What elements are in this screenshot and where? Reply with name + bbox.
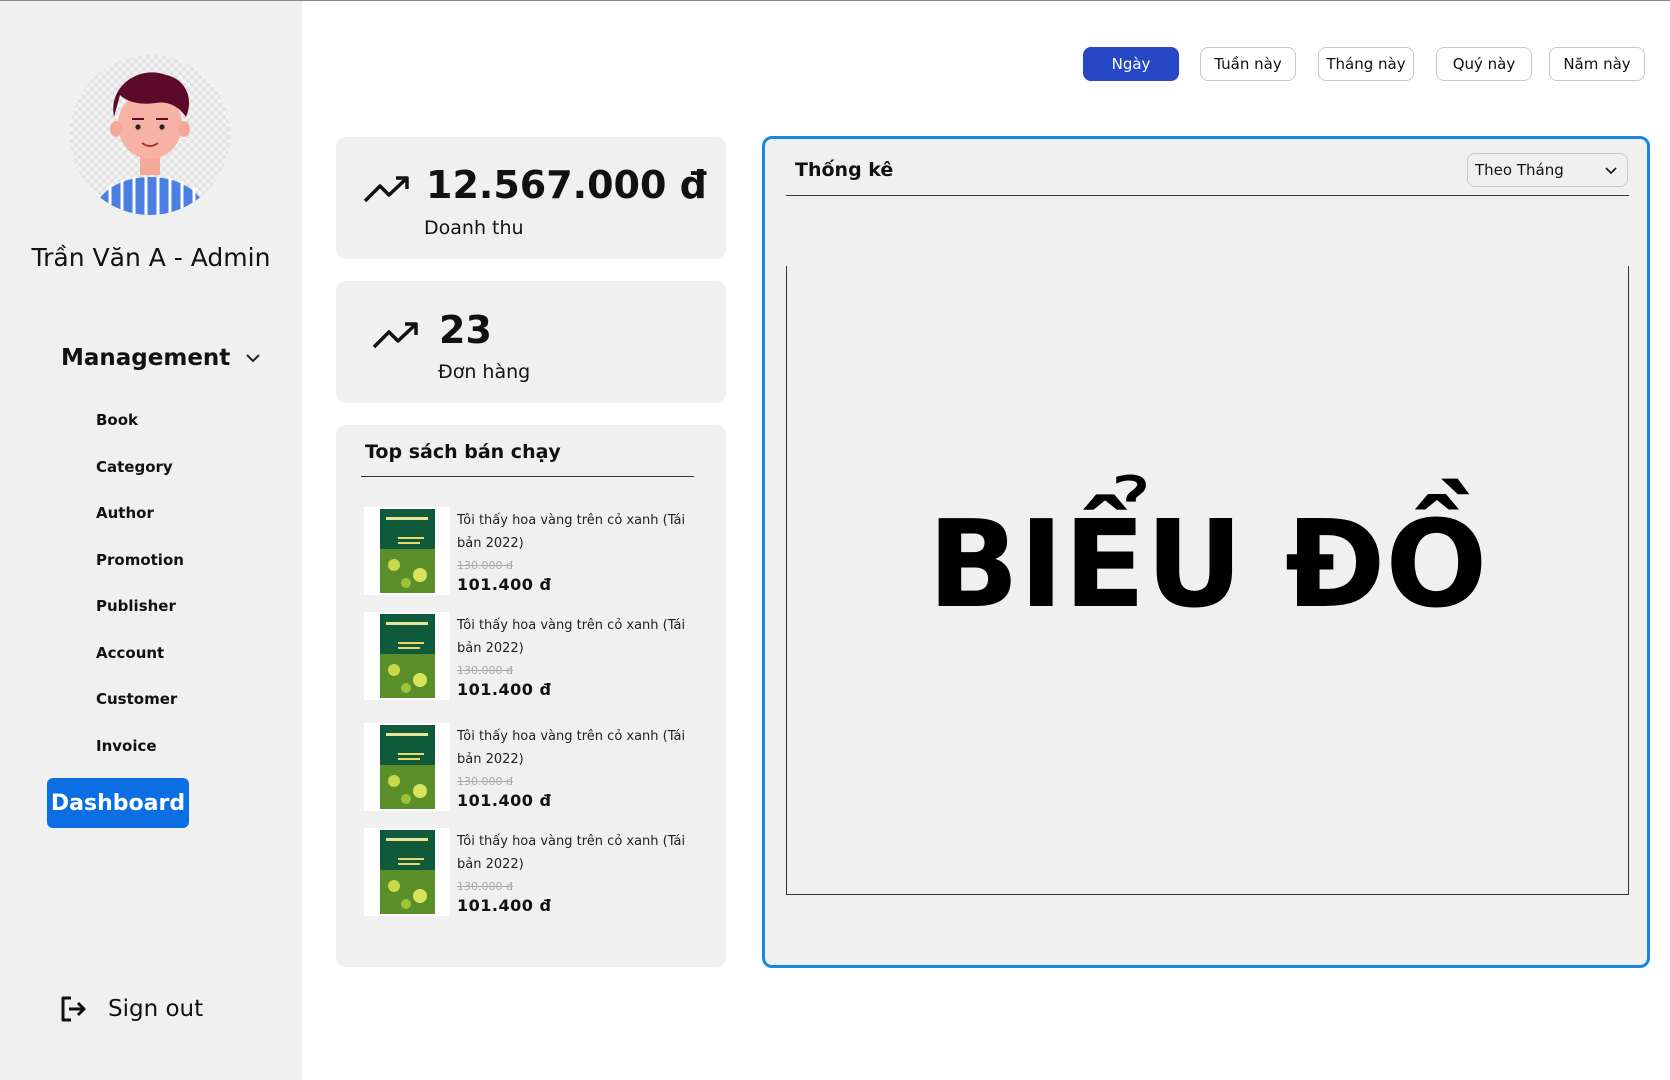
orders-card: 23 Đơn hàng — [336, 281, 726, 403]
period-filter: Ngày Tuần này Tháng này Quý này Năm này — [1083, 47, 1645, 81]
sidebar-item-publisher[interactable]: Publisher — [96, 589, 184, 636]
book-cover-image-icon — [380, 509, 435, 593]
sidebar-item-book[interactable]: Book — [96, 403, 184, 450]
trending-up-icon — [363, 176, 409, 203]
book-price: 101.400 đ — [457, 680, 552, 699]
book-old-price: 130.000 đ — [457, 880, 513, 893]
list-item[interactable]: Tôi thấy hoa vàng trên cỏ xanh (Tái bản … — [364, 723, 694, 815]
period-quarter-button[interactable]: Quý này — [1436, 47, 1532, 81]
sidebar-item-customer[interactable]: Customer — [96, 682, 184, 729]
revenue-value: 12.567.000 đ — [426, 163, 707, 207]
top-books-title: Top sách bán chạy — [365, 441, 561, 463]
book-old-price: 130.000 đ — [457, 664, 513, 677]
revenue-label: Doanh thu — [424, 217, 524, 239]
book-cover — [364, 612, 450, 700]
chevron-down-icon — [246, 354, 261, 363]
statistics-panel: Thống kê Theo Tháng BIỂU ĐỒ — [762, 136, 1650, 968]
avatar-illustration-icon — [94, 72, 206, 215]
book-cover-image-icon — [380, 725, 435, 809]
book-old-price: 130.000 đ — [457, 775, 513, 788]
sidebar-item-category[interactable]: Category — [96, 450, 184, 497]
revenue-card: 12.567.000 đ Doanh thu — [336, 137, 726, 259]
book-name: Tôi thấy hoa vàng trên cỏ xanh (Tái bản … — [457, 513, 686, 551]
period-year-button[interactable]: Năm này — [1549, 47, 1645, 81]
book-price: 101.400 đ — [457, 896, 552, 915]
list-item[interactable]: Tôi thấy hoa vàng trên cỏ xanh (Tái bản … — [364, 828, 694, 920]
list-item[interactable]: Tôi thấy hoa vàng trên cỏ xanh (Tái bản … — [364, 612, 694, 704]
trending-up-icon — [372, 322, 418, 349]
chevron-down-icon — [1605, 166, 1617, 174]
book-name: Tôi thấy hoa vàng trên cỏ xanh (Tái bản … — [457, 618, 686, 656]
book-old-price: 130.000 đ — [457, 559, 513, 572]
statistics-title: Thống kê — [795, 159, 894, 181]
period-month-button[interactable]: Tháng này — [1318, 47, 1414, 81]
book-cover-image-icon — [380, 614, 435, 698]
period-day-button[interactable]: Ngày — [1083, 47, 1179, 81]
dashboard-button[interactable]: Dashboard — [47, 778, 189, 828]
statistics-range-select[interactable]: Theo Tháng — [1467, 153, 1628, 187]
sidebar-item-account[interactable]: Account — [96, 636, 184, 683]
management-label: Management — [61, 345, 231, 371]
sign-out-button[interactable]: Sign out — [58, 994, 203, 1024]
dashboard-page: Trần Văn A - Admin Management Book Categ… — [0, 0, 1670, 1080]
sign-out-label: Sign out — [108, 996, 204, 1022]
avatar — [70, 55, 230, 215]
orders-value: 23 — [439, 308, 492, 352]
book-name: Tôi thấy hoa vàng trên cỏ xanh (Tái bản … — [457, 834, 686, 872]
management-menu: Book Category Author Promotion Publisher… — [96, 403, 184, 775]
sign-out-icon — [61, 996, 86, 1022]
book-cover — [364, 723, 450, 811]
book-cover — [364, 507, 450, 595]
chart-placeholder: BIỂU ĐỒ — [927, 495, 1488, 635]
user-name: Trần Văn A - Admin — [31, 243, 271, 272]
book-price: 101.400 đ — [457, 575, 552, 594]
book-cover — [364, 828, 450, 916]
divider — [361, 476, 694, 477]
list-item[interactable]: Tôi thấy hoa vàng trên cỏ xanh (Tái bản … — [364, 507, 694, 599]
sidebar: Trần Văn A - Admin Management Book Categ… — [0, 1, 302, 1080]
book-price: 101.400 đ — [457, 791, 552, 810]
book-cover-image-icon — [380, 830, 435, 914]
management-toggle[interactable]: Management — [61, 345, 262, 371]
select-value: Theo Tháng — [1475, 161, 1564, 179]
divider — [786, 195, 1629, 196]
book-name: Tôi thấy hoa vàng trên cỏ xanh (Tái bản … — [457, 729, 686, 767]
sidebar-item-promotion[interactable]: Promotion — [96, 543, 184, 590]
orders-label: Đơn hàng — [438, 361, 531, 383]
chart-area: BIỂU ĐỒ — [786, 266, 1629, 895]
top-books-card: Top sách bán chạy Tôi thấy hoa vàng trên… — [336, 425, 726, 967]
sidebar-item-author[interactable]: Author — [96, 496, 184, 543]
period-week-button[interactable]: Tuần này — [1200, 47, 1296, 81]
sidebar-item-invoice[interactable]: Invoice — [96, 729, 184, 776]
